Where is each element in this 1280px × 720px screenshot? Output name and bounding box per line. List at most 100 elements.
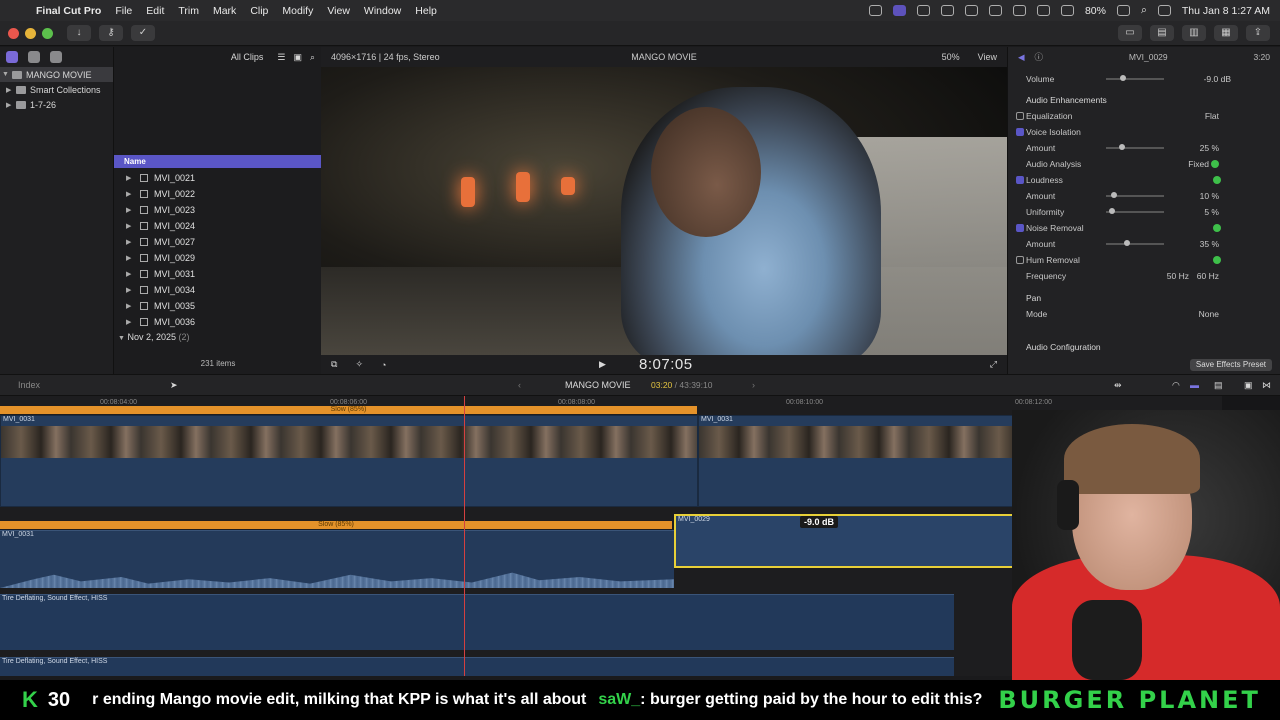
- keywords-button[interactable]: ⚷: [99, 25, 123, 41]
- fullscreen-icon[interactable]: ⤢: [990, 359, 997, 370]
- clip-row[interactable]: ▶ MVI_0036: [114, 314, 322, 330]
- clip-row[interactable]: ▶ MVI_0023: [114, 202, 322, 218]
- clip-row[interactable]: ▶ MVI_0031: [114, 266, 322, 282]
- sound-effect-clip[interactable]: Tire Deflating, Sound Effect, HISS: [0, 657, 954, 676]
- uniformity-row[interactable]: Uniformity 5 %: [1008, 204, 1280, 220]
- app-menu[interactable]: Final Cut Pro: [36, 5, 101, 17]
- loudness-amount-slider[interactable]: [1106, 192, 1164, 198]
- voice-isolation-row[interactable]: Voice Isolation: [1008, 124, 1280, 140]
- pan-header[interactable]: Pan: [1008, 290, 1280, 306]
- menu-view[interactable]: View: [327, 5, 350, 17]
- libraries-icon[interactable]: [6, 51, 18, 63]
- menu-mark[interactable]: Mark: [213, 5, 236, 17]
- retime-bar[interactable]: Slow (85%): [0, 406, 697, 414]
- workspace-button[interactable]: ▭: [1118, 25, 1142, 41]
- menu-modify[interactable]: Modify: [282, 5, 313, 17]
- date-group-header[interactable]: ▼ Nov 2, 2025 (2): [114, 332, 190, 342]
- sound-effect-clip[interactable]: Tire Deflating, Sound Effect, HISS: [0, 594, 954, 650]
- clip-row[interactable]: ▶ MVI_0027: [114, 234, 322, 250]
- menu-help[interactable]: Help: [415, 5, 437, 17]
- frequency-60hz-radio[interactable]: 60 Hz: [1197, 271, 1219, 281]
- list-view-icon[interactable]: ☰: [277, 52, 285, 63]
- back-arrow-icon[interactable]: ‹: [518, 380, 521, 390]
- clip-appearance-icon[interactable]: ▤: [1214, 380, 1223, 391]
- share-button[interactable]: ⇪: [1246, 25, 1270, 41]
- close-window-button[interactable]: [8, 27, 19, 39]
- clip-row[interactable]: ▶ MVI_0034: [114, 282, 322, 298]
- search-icon[interactable]: ⌕: [310, 52, 315, 63]
- volume-row[interactable]: Volume -9.0 dB: [1008, 71, 1280, 87]
- play-icon[interactable]: [964, 5, 978, 16]
- import-button[interactable]: ↓: [67, 25, 91, 41]
- nr-amount-value[interactable]: 35 %: [1200, 239, 1219, 249]
- audio-configuration-header[interactable]: Audio Configuration: [1008, 339, 1280, 355]
- music-icon[interactable]: [940, 5, 954, 16]
- loudness-amount-row[interactable]: Amount 10 %: [1008, 188, 1280, 204]
- hum-removal-checkbox[interactable]: [1016, 256, 1024, 264]
- slider-knob[interactable]: [1111, 192, 1118, 198]
- clip-row[interactable]: ▶ MVI_0022: [114, 186, 322, 202]
- pan-mode-popup[interactable]: None: [1199, 309, 1219, 319]
- nr-amount-row[interactable]: Amount 35 %: [1008, 236, 1280, 252]
- menu-file[interactable]: File: [115, 5, 132, 17]
- background-tasks-button[interactable]: ✓: [131, 25, 155, 41]
- equalization-checkbox[interactable]: [1016, 112, 1024, 120]
- uniformity-value[interactable]: 5 %: [1204, 207, 1219, 217]
- video-clip[interactable]: MVI_0031: [0, 415, 698, 507]
- vi-amount-slider[interactable]: [1106, 144, 1164, 150]
- minimize-window-button[interactable]: [25, 27, 36, 39]
- vi-amount-row[interactable]: Amount 25 %: [1008, 140, 1280, 156]
- wifi-icon[interactable]: [1060, 5, 1074, 16]
- timeline-toggle-button[interactable]: ▥: [1182, 25, 1206, 41]
- transform-tool-icon[interactable]: ⧉: [331, 359, 337, 370]
- library-item[interactable]: ▼ MANGO MOVIE: [0, 67, 113, 82]
- clock[interactable]: Thu Jan 8 1:27 AM: [1182, 5, 1270, 17]
- menu-trim[interactable]: Trim: [178, 5, 199, 17]
- disclosure-icon[interactable]: ▶: [6, 86, 14, 94]
- menu-clip[interactable]: Clip: [250, 5, 268, 17]
- timecode-display[interactable]: 8:07:05: [639, 356, 693, 373]
- audio-inspector-tab-icon[interactable]: ◀: [1018, 52, 1025, 63]
- clip-row[interactable]: ▶ MVI_0024: [114, 218, 322, 234]
- noise-removal-row[interactable]: Noise Removal: [1008, 220, 1280, 236]
- slider-knob[interactable]: [1108, 208, 1115, 214]
- noise-removal-checkbox[interactable]: [1016, 224, 1024, 232]
- audio-clip[interactable]: MVI_0031: [0, 530, 674, 588]
- battery-icon[interactable]: [1116, 5, 1130, 16]
- loudness-checkbox[interactable]: [1016, 176, 1024, 184]
- volume-icon[interactable]: [988, 5, 1002, 16]
- bluetooth-icon[interactable]: [1036, 5, 1050, 16]
- menu-edit[interactable]: Edit: [146, 5, 164, 17]
- disclosure-icon[interactable]: ▼: [2, 71, 10, 78]
- slider-knob[interactable]: [1119, 144, 1125, 150]
- playhead[interactable]: [464, 396, 465, 676]
- equalization-popup[interactable]: Flat: [1205, 111, 1219, 121]
- menu-window[interactable]: Window: [364, 5, 401, 17]
- status-icon[interactable]: [868, 5, 882, 16]
- forward-arrow-icon[interactable]: ›: [752, 380, 755, 390]
- display-icon[interactable]: [1012, 5, 1026, 16]
- frequency-row[interactable]: Frequency 50 Hz 60 Hz: [1008, 268, 1280, 284]
- effects-browser-icon[interactable]: ▣: [1244, 380, 1253, 391]
- loudness-row[interactable]: Loudness: [1008, 172, 1280, 188]
- event-item[interactable]: ▶ 1-7-26: [0, 97, 113, 112]
- voice-isolation-checkbox[interactable]: [1016, 128, 1024, 136]
- zoom-to-fit-icon[interactable]: ⇹: [1114, 380, 1122, 391]
- frequency-50hz-radio[interactable]: 50 Hz: [1167, 271, 1189, 281]
- transitions-browser-icon[interactable]: ⋈: [1262, 380, 1271, 391]
- vi-amount-value[interactable]: 25 %: [1200, 143, 1219, 153]
- zoom-window-button[interactable]: [42, 27, 53, 39]
- info-inspector-tab-icon[interactable]: ⓘ: [1035, 51, 1044, 63]
- control-center-icon[interactable]: [1157, 5, 1171, 16]
- speed-icon[interactable]: ◔: [381, 360, 386, 370]
- volume-value[interactable]: -9.0 dB: [1204, 74, 1231, 84]
- nr-amount-slider[interactable]: [1106, 240, 1164, 246]
- hum-removal-row[interactable]: Hum Removal: [1008, 252, 1280, 268]
- volume-slider[interactable]: [1106, 75, 1164, 81]
- clip-row[interactable]: ▶ MVI_0029: [114, 250, 322, 266]
- enhance-icon[interactable]: ✧: [355, 359, 363, 370]
- browser-toggle-button[interactable]: ▤: [1150, 25, 1174, 41]
- screen-mirror-icon[interactable]: [892, 5, 906, 16]
- record-icon[interactable]: [916, 5, 930, 16]
- disclosure-icon[interactable]: ▶: [6, 101, 14, 109]
